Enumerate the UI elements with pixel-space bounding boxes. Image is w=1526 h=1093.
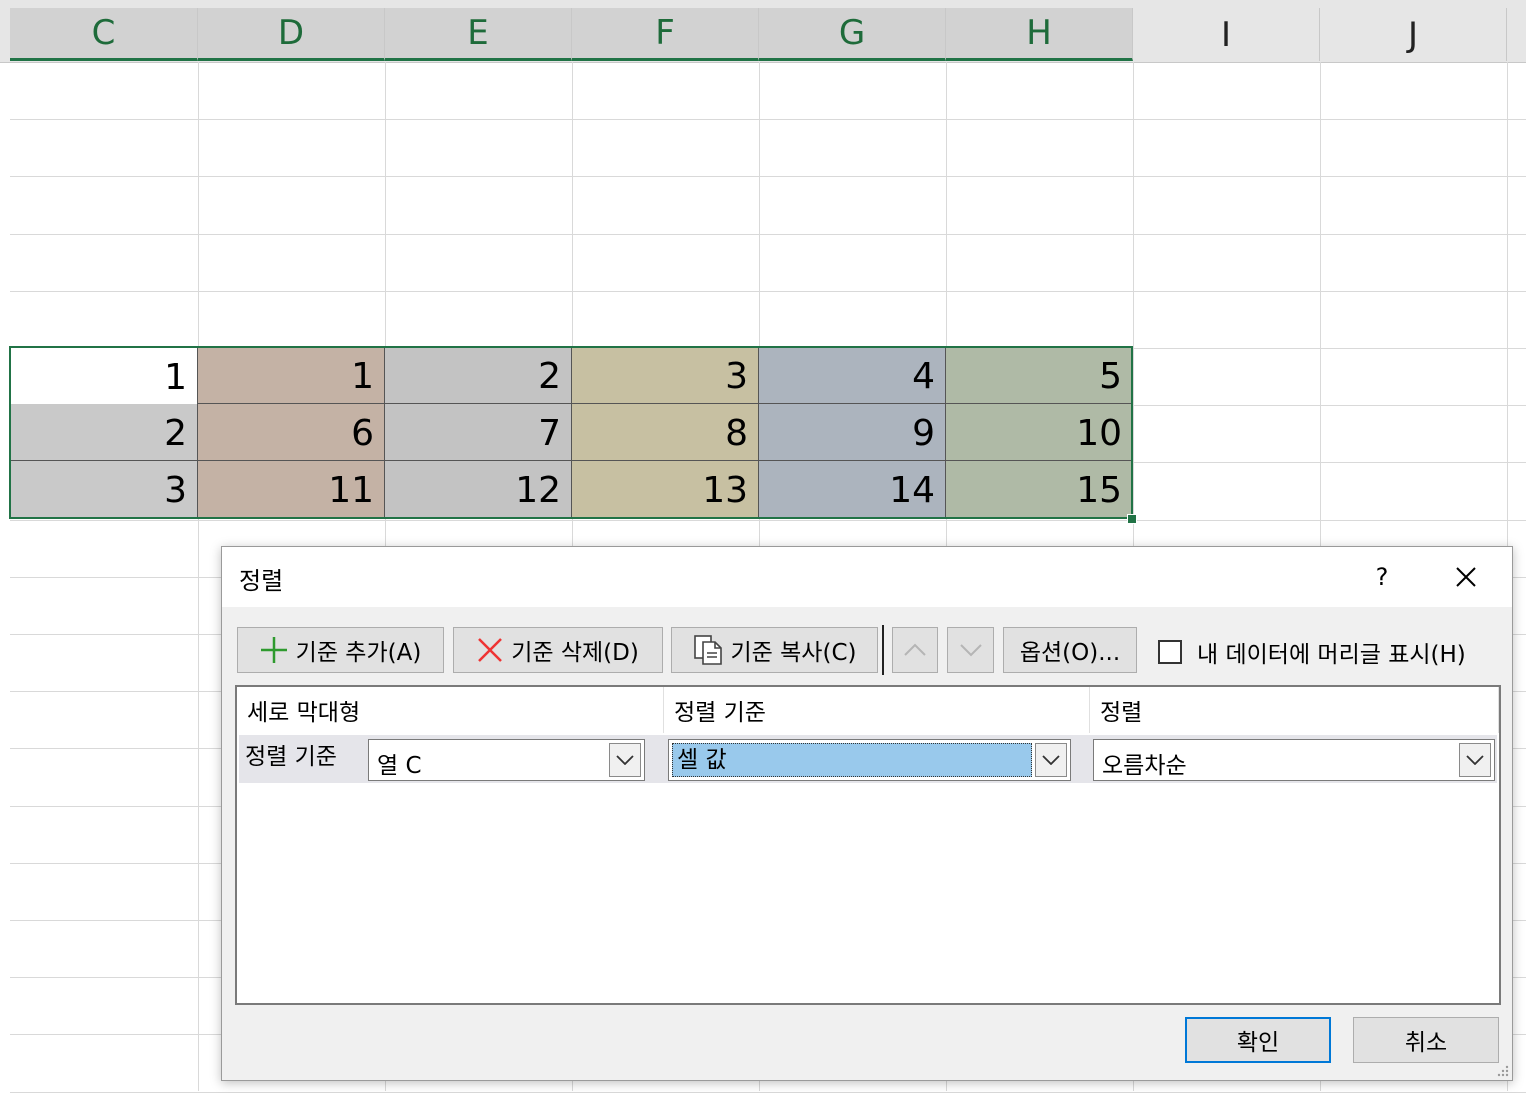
column-header-g[interactable]: G [759,8,946,61]
options-label: 옵션(O)... [1019,640,1121,666]
chevron-down-icon [959,644,982,657]
close-button[interactable] [1444,557,1488,597]
plus-icon [260,636,288,664]
cancel-button[interactable]: 취소 [1353,1017,1499,1063]
table-cell[interactable]: 13 [572,461,759,518]
table-cell[interactable]: 5 [946,347,1133,404]
help-button[interactable]: ? [1362,557,1402,597]
column-header-e[interactable]: E [385,8,572,61]
copy-level-label: 기준 복사(C) [730,640,857,666]
chevron-down-icon[interactable] [1459,743,1491,777]
table-cell[interactable]: 10 [946,404,1133,461]
table-cell[interactable]: 6 [198,404,385,461]
column-header-c[interactable]: C [10,8,198,61]
column-header-row: C D E F G H I J [0,0,1526,63]
sort-on-select-value: 셀 값 [672,743,1032,777]
order-select[interactable]: 오름차순 [1093,739,1495,781]
sort-levels-list: 세로 막대형 정렬 기준 정렬 정렬 기준 열 C 셀 값 오름차순 [235,685,1501,1005]
column-select-value: 열 C [377,753,422,779]
chevron-down-icon[interactable] [1035,743,1067,777]
list-header-column: 세로 막대형 [237,687,664,733]
column-header-d[interactable]: D [198,8,385,61]
column-select[interactable]: 열 C [368,739,645,781]
table-cell[interactable]: 2 [385,347,572,404]
delete-x-icon [477,637,503,663]
table-cell[interactable]: 3 [572,347,759,404]
table-cell[interactable]: 4 [759,347,946,404]
sort-dialog: 정렬 ? 기준 추가(A) 기준 삭제(D) 기준 복사(C) 옵션(O)...… [221,546,1513,1081]
chevron-down-icon[interactable] [609,743,641,777]
column-header-h[interactable]: H [946,8,1133,61]
sort-level-row[interactable]: 정렬 기준 열 C 셀 값 오름차순 [239,735,1497,783]
add-level-button[interactable]: 기준 추가(A) [237,627,444,673]
column-header-i[interactable]: I [1133,8,1320,61]
grid-line-horizontal [10,176,1526,177]
grid-line-horizontal [10,234,1526,235]
add-level-label: 기준 추가(A) [295,640,422,666]
table-cell[interactable]: 12 [385,461,572,518]
toolbar-separator [882,625,884,675]
table-cell[interactable]: 11 [198,461,385,518]
grid-line-horizontal [10,291,1526,292]
resize-grip-icon[interactable] [1495,1063,1509,1077]
dialog-title-bar: 정렬 ? [222,547,1512,607]
list-header-order: 정렬 [1090,687,1499,733]
sort-on-select[interactable]: 셀 값 [668,739,1071,781]
fill-handle[interactable] [1127,514,1137,524]
column-header-f[interactable]: F [572,8,759,61]
table-cell[interactable]: 1 [10,347,198,404]
header-row-checkbox-label: 내 데이터에 머리글 표시(H) [1197,642,1466,668]
header-row-checkbox-wrap[interactable]: 내 데이터에 머리글 표시(H) [1158,635,1466,669]
table-cell[interactable]: 8 [572,404,759,461]
column-header-j[interactable]: J [1320,8,1507,61]
grid-line-horizontal [10,520,1526,521]
table-cell[interactable]: 7 [385,404,572,461]
order-select-value: 오름차순 [1102,753,1187,779]
sort-level-label: 정렬 기준 [245,744,337,770]
move-down-button[interactable] [947,627,994,673]
delete-level-button[interactable]: 기준 삭제(D) [453,627,663,673]
close-icon [1456,567,1476,587]
chevron-up-icon [904,643,926,656]
table-cell[interactable]: 1 [198,347,385,404]
table-cell[interactable]: 14 [759,461,946,518]
table-cell[interactable]: 9 [759,404,946,461]
list-header-sort-on: 정렬 기준 [664,687,1090,733]
table-cell[interactable]: 2 [10,404,198,461]
grid-line-horizontal [10,119,1526,120]
dialog-title: 정렬 [239,567,284,595]
options-button[interactable]: 옵션(O)... [1003,627,1137,673]
move-up-button[interactable] [892,627,938,673]
table-cell[interactable]: 15 [946,461,1133,518]
ok-button[interactable]: 확인 [1185,1017,1331,1063]
copy-icon [693,634,723,666]
delete-level-label: 기준 삭제(D) [511,640,639,666]
copy-level-button[interactable]: 기준 복사(C) [671,627,878,673]
header-row-checkbox[interactable] [1158,640,1182,664]
table-cell[interactable]: 3 [10,461,198,518]
